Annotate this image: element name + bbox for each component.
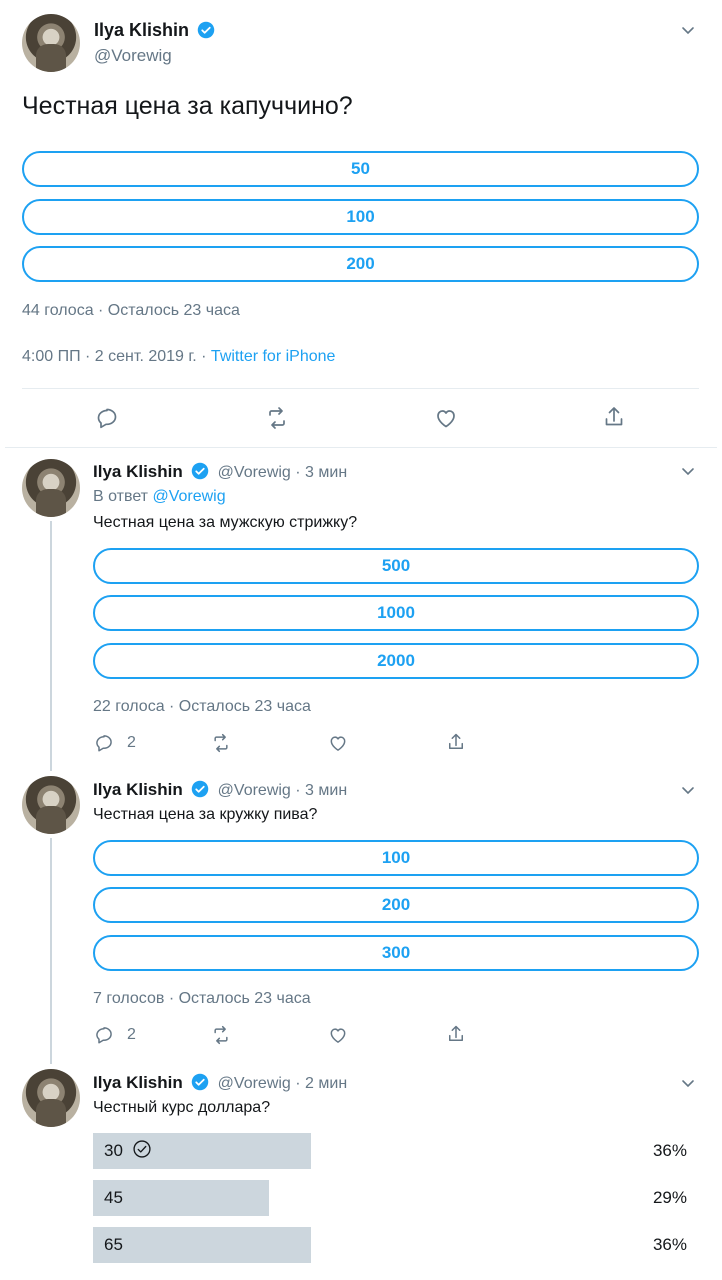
poll-option-3[interactable]: 300	[93, 935, 699, 971]
result-percent: 36%	[652, 1235, 687, 1254]
verified-badge-icon	[191, 462, 209, 480]
like-icon[interactable]	[328, 1025, 348, 1045]
result-label-text: 65	[104, 1235, 123, 1254]
poll-meta: 22 голоса · Осталось 23 часа	[93, 698, 311, 715]
author-handle-time[interactable]: @Vorewig · 2 мин	[218, 1075, 348, 1092]
avatar[interactable]	[22, 1069, 80, 1127]
retweet-icon[interactable]	[211, 733, 231, 753]
divider	[22, 388, 699, 389]
retweet-icon[interactable]	[211, 1025, 231, 1045]
author-name[interactable]: Ilya Klishin	[93, 462, 183, 481]
thread-line	[50, 521, 52, 771]
chevron-down-icon[interactable]	[680, 22, 696, 38]
reply-icon[interactable]	[94, 1025, 114, 1045]
reply-icon[interactable]	[95, 406, 119, 430]
like-icon[interactable]	[434, 406, 458, 430]
tweet-timestamp: 4:00 ПП · 2 сент. 2019 г. · Twitter for …	[22, 348, 335, 366]
share-icon[interactable]	[446, 1024, 466, 1044]
thread-line	[50, 838, 52, 1064]
result-percent: 29%	[652, 1188, 687, 1207]
tweet-header: Ilya Klishin @Vorewig · 2 мин	[93, 1073, 347, 1093]
poll-option-1[interactable]: 50	[22, 151, 699, 187]
tweet-header: Ilya Klishin @Vorewig · 3 мин	[93, 462, 347, 482]
reply-count: 2	[127, 1026, 136, 1043]
author-handle-time[interactable]: @Vorewig · 3 мин	[218, 464, 348, 481]
chevron-down-icon[interactable]	[680, 1075, 696, 1091]
result-bar	[93, 1227, 311, 1263]
poll-option-1[interactable]: 500	[93, 548, 699, 584]
chevron-down-icon[interactable]	[680, 782, 696, 798]
poll-meta: 7 голосов · Осталось 23 часа	[93, 990, 311, 1007]
poll-option-2[interactable]: 200	[93, 887, 699, 923]
reply-icon[interactable]	[94, 733, 114, 753]
avatar[interactable]	[22, 776, 80, 834]
poll-option-2[interactable]: 1000	[93, 595, 699, 631]
verified-badge-icon	[198, 21, 215, 39]
result-percent: 36%	[652, 1141, 687, 1160]
tweet-author[interactable]: Ilya Klishin	[94, 20, 215, 41]
tweet-text: Честный курс доллара?	[93, 1099, 271, 1116]
tweet-header: Ilya Klishin @Vorewig · 3 мин	[93, 780, 347, 800]
share-icon[interactable]	[602, 405, 626, 429]
timestamp-text[interactable]: 4:00 ПП · 2 сент. 2019 г. ·	[22, 348, 211, 365]
poll-option-3[interactable]: 200	[22, 246, 699, 282]
result-label-text: 30	[104, 1141, 123, 1160]
reply-count: 2	[127, 734, 136, 751]
tweet-text: Честная цена за кружку пива?	[93, 806, 318, 823]
author-name[interactable]: Ilya Klishin	[94, 20, 189, 40]
tweet-source-link[interactable]: Twitter for iPhone	[211, 348, 336, 365]
tweet-text: Честная цена за капуччино?	[22, 92, 353, 120]
retweet-icon[interactable]	[265, 406, 289, 430]
poll-meta: 44 голоса · Осталось 23 часа	[22, 302, 240, 319]
avatar[interactable]	[22, 459, 80, 517]
poll-option-3[interactable]: 2000	[93, 643, 699, 679]
verified-badge-icon	[191, 780, 209, 798]
author-name[interactable]: Ilya Klishin	[93, 780, 183, 799]
divider	[5, 447, 717, 448]
author-handle[interactable]: @Vorewig	[94, 46, 172, 66]
check-circle-icon	[133, 1140, 151, 1158]
poll-option-1[interactable]: 100	[93, 840, 699, 876]
chevron-down-icon[interactable]	[680, 463, 696, 479]
share-icon[interactable]	[446, 732, 466, 752]
tweet-text: Честная цена за мужскую стрижку?	[93, 514, 358, 531]
poll-option-2[interactable]: 100	[22, 199, 699, 235]
reply-context: В ответ @Vorewig	[93, 488, 226, 506]
author-handle-time[interactable]: @Vorewig · 3 мин	[218, 782, 348, 799]
reply-prefix: В ответ	[93, 488, 153, 505]
author-name[interactable]: Ilya Klishin	[93, 1073, 183, 1092]
reply-to-link[interactable]: @Vorewig	[152, 488, 225, 505]
verified-badge-icon	[191, 1073, 209, 1091]
like-icon[interactable]	[328, 733, 348, 753]
result-label-text: 45	[104, 1188, 123, 1207]
result-label: 30	[104, 1133, 152, 1169]
avatar[interactable]	[22, 14, 80, 72]
